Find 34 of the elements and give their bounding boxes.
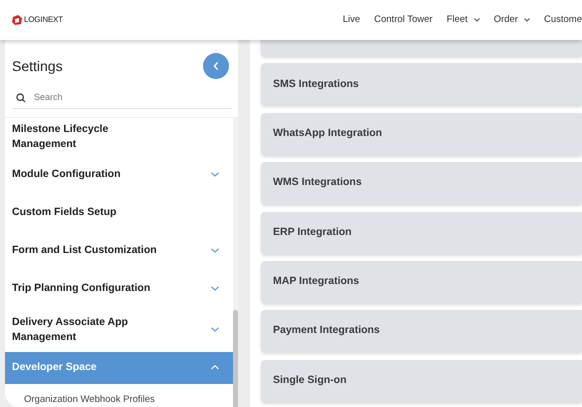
chevron-down-icon: [474, 18, 480, 22]
logo-icon: [11, 14, 23, 26]
menu-item[interactable]: Milestone Lifecycle Management: [5, 118, 233, 156]
integration-card[interactable]: SMS Integrations: [261, 63, 582, 106]
nav-link[interactable]: Custome: [544, 12, 582, 28]
menu-item[interactable]: Form and List Customization: [5, 232, 233, 270]
chevron-down-icon: [211, 327, 219, 332]
collapse-button[interactable]: [203, 53, 229, 79]
logo-text: LOGINEXT: [24, 14, 63, 26]
menu-item[interactable]: Module Configuration: [5, 156, 233, 194]
integration-card[interactable]: Single Sign-on: [261, 360, 582, 402]
chevron-left-icon: [212, 61, 220, 71]
nav-link[interactable]: Order: [494, 12, 530, 28]
chevron-down-icon: [211, 286, 219, 292]
integration-card[interactable]: WMS Integrations: [261, 162, 582, 204]
nav-link[interactable]: Control Tower: [374, 12, 433, 28]
nav-link[interactable]: Live: [342, 12, 360, 28]
menu-item[interactable]: Custom Fields Setup: [5, 194, 233, 232]
menu-item[interactable]: Delivery Associate App Management: [5, 308, 233, 352]
integration-card[interactable]: MAP Integrations: [261, 260, 582, 303]
menu-item[interactable]: Trip Planning Configuration: [5, 270, 233, 308]
chevron-down-icon: [211, 172, 219, 178]
sidebar-title: Settings: [12, 56, 63, 76]
submenu-item[interactable]: Organization Webhook Profiles: [5, 384, 233, 407]
chevron-down-icon: [211, 248, 219, 254]
scrollbar[interactable]: [233, 118, 238, 407]
chevron-up-icon: [211, 365, 219, 370]
integration-card[interactable]: WhatsApp Integration: [261, 112, 582, 155]
search-field[interactable]: Search: [34, 90, 214, 104]
integration-card[interactable]: ERP Integration: [261, 212, 582, 254]
search-icon: [16, 92, 26, 102]
integration-card[interactable]: Payment Integrations: [261, 310, 582, 352]
nav-link[interactable]: Fleet: [446, 12, 480, 28]
chevron-down-icon: [524, 18, 530, 22]
